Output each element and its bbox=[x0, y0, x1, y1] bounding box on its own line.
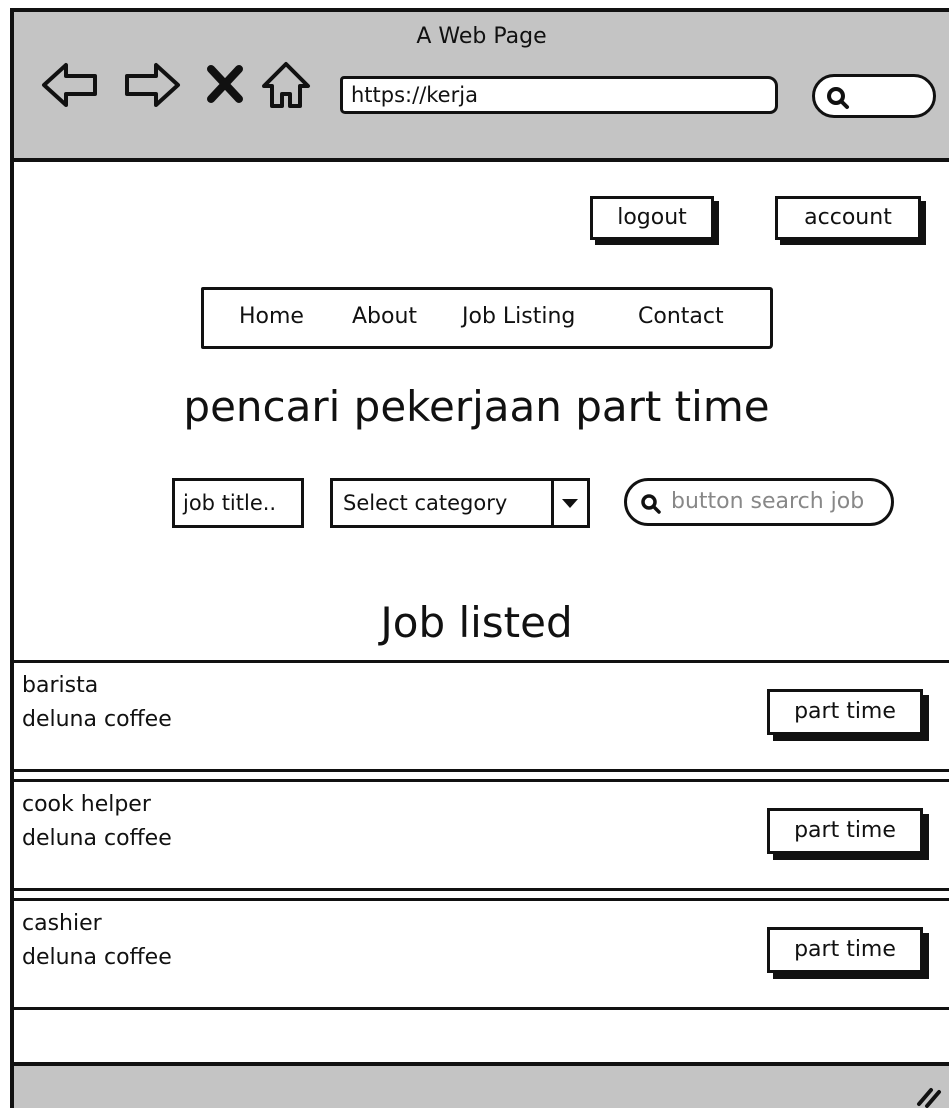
job-type-button[interactable]: part time bbox=[767, 927, 923, 973]
job-search-placeholder: button search job bbox=[671, 489, 865, 514]
job-company: deluna coffee bbox=[22, 707, 172, 732]
browser-search-field[interactable] bbox=[812, 74, 936, 118]
job-list-heading: Job listed bbox=[380, 598, 573, 647]
main-nav: Home About Job Listing Contact bbox=[201, 287, 773, 349]
close-x-icon[interactable] bbox=[206, 64, 244, 104]
job-card[interactable]: cook helper deluna coffee part time bbox=[14, 779, 949, 891]
window-title: A Web Page bbox=[416, 24, 547, 49]
job-type-button[interactable]: part time bbox=[767, 689, 923, 735]
account-button[interactable]: account bbox=[775, 196, 921, 240]
nav-item-home[interactable]: Home bbox=[239, 304, 304, 329]
job-company: deluna coffee bbox=[22, 945, 172, 970]
job-search-button[interactable]: button search job bbox=[624, 478, 894, 526]
job-title: cook helper bbox=[22, 792, 151, 817]
status-bar bbox=[14, 1062, 949, 1108]
browser-toolbar: A Web Page https://kerja bbox=[14, 12, 949, 162]
nav-item-contact[interactable]: Contact bbox=[638, 304, 724, 329]
search-icon bbox=[827, 87, 849, 109]
search-icon bbox=[641, 494, 661, 514]
category-select-value: Select category bbox=[343, 491, 508, 515]
job-type-button[interactable]: part time bbox=[767, 808, 923, 854]
logout-button[interactable]: logout bbox=[590, 196, 714, 240]
nav-item-about[interactable]: About bbox=[352, 304, 417, 329]
job-title: barista bbox=[22, 673, 99, 698]
resize-grip-icon[interactable] bbox=[913, 1078, 943, 1108]
job-company: deluna coffee bbox=[22, 826, 172, 851]
forward-arrow-icon[interactable] bbox=[122, 60, 182, 110]
nav-item-job-listing[interactable]: Job Listing bbox=[462, 304, 575, 329]
page-title: pencari pekerjaan part time bbox=[183, 382, 770, 431]
category-select[interactable]: Select category bbox=[330, 478, 590, 528]
job-card[interactable]: cashier deluna coffee part time bbox=[14, 898, 949, 1010]
back-arrow-icon[interactable] bbox=[40, 60, 100, 110]
browser-window: A Web Page https://kerja logout account … bbox=[10, 8, 949, 1108]
chevron-down-icon[interactable] bbox=[551, 481, 587, 525]
url-bar[interactable]: https://kerja bbox=[340, 76, 778, 114]
job-title-input[interactable]: job title.. bbox=[172, 478, 304, 528]
home-icon[interactable] bbox=[260, 60, 312, 110]
job-title: cashier bbox=[22, 911, 102, 936]
job-card[interactable]: barista deluna coffee part time bbox=[14, 660, 949, 772]
